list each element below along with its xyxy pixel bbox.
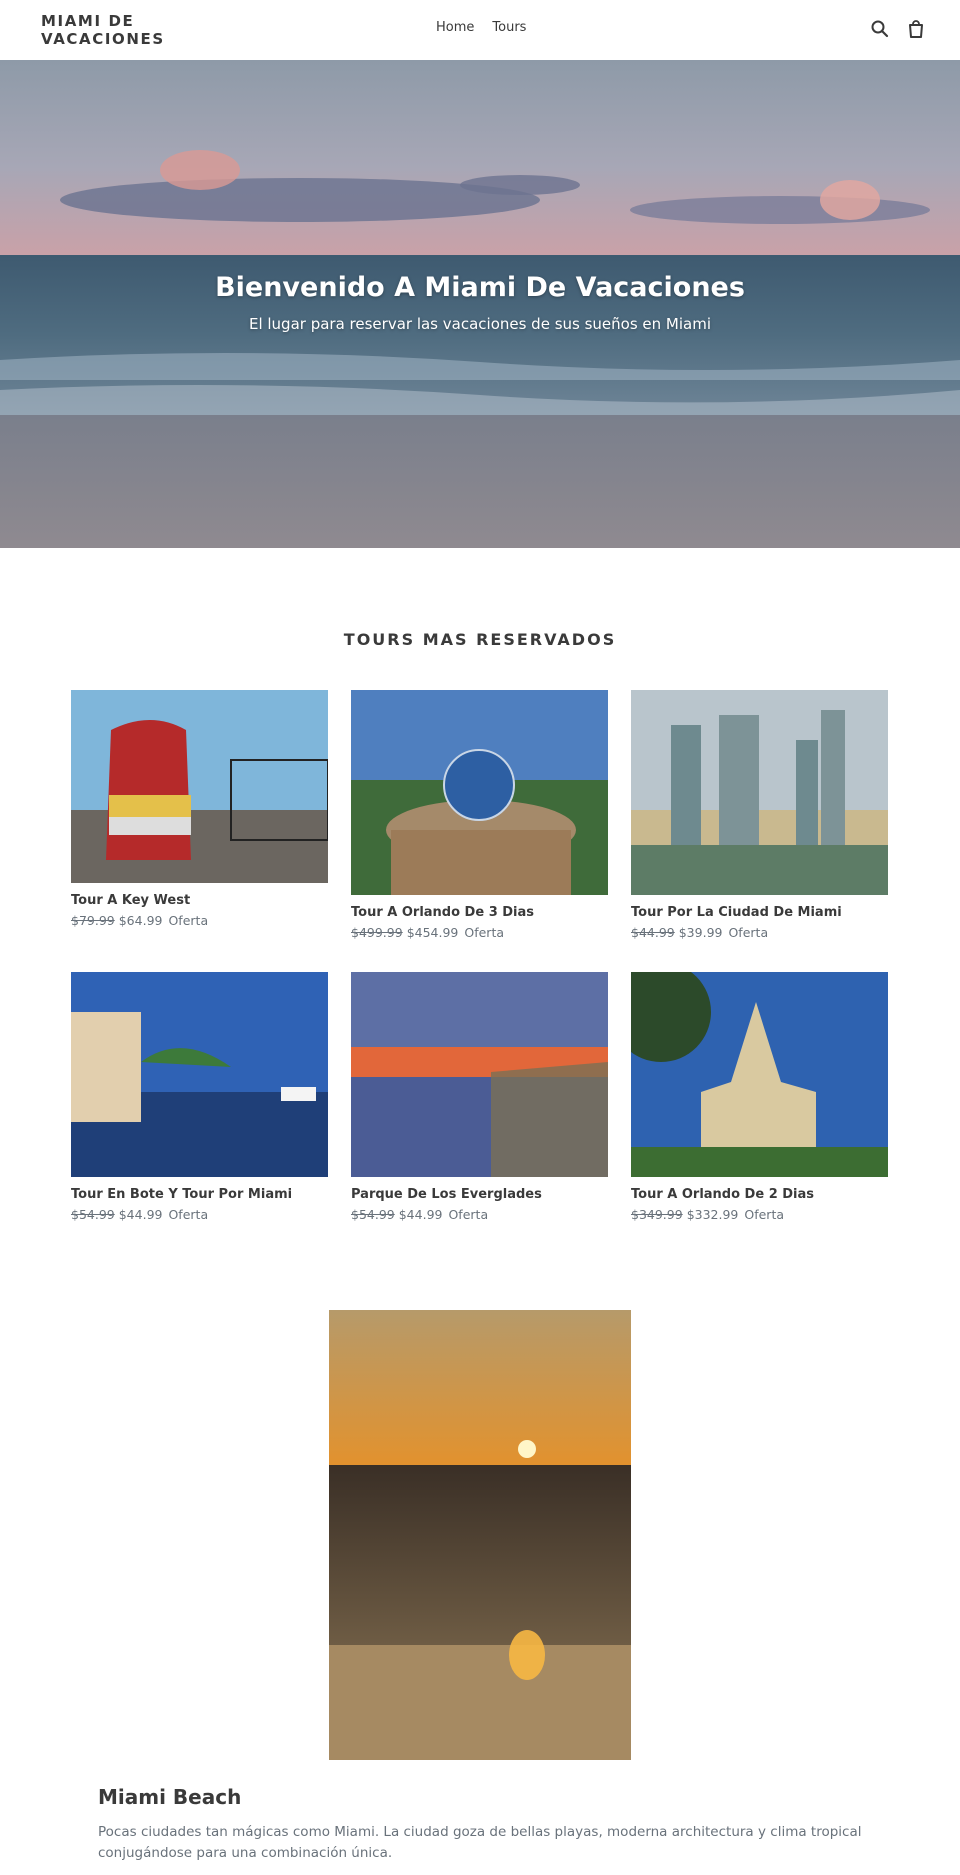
- regular-price: $54.99: [351, 1207, 395, 1222]
- product-title: Parque De Los Everglades: [351, 1187, 542, 1202]
- site-header: MIAMI DE VACACIONES Home Tours: [0, 0, 960, 60]
- collection-title: TOURS MAS RESERVADOS: [343, 630, 617, 649]
- regular-price: $499.99: [351, 925, 403, 940]
- product-card-orlando-2[interactable]: Tour A Orlando De 2 Dias $349.99 $332.99…: [631, 972, 888, 1222]
- product-card-everglades[interactable]: Parque De Los Everglades $54.99 $44.99 O…: [351, 972, 608, 1222]
- sale-price: $454.99: [406, 925, 459, 940]
- product-price: $349.99 $332.99 Oferta: [631, 1207, 888, 1222]
- product-title: Tour A Orlando De 3 Dias: [351, 905, 535, 920]
- feature-sunset-image: [329, 1310, 631, 1760]
- hero-banner: Bienvenido A Miami De Vacaciones El luga…: [0, 60, 960, 548]
- product-title: Tour Por La Ciudad De Miami: [631, 905, 842, 920]
- sale-badge: Oferta: [744, 1207, 785, 1222]
- product-price: $54.99 $44.99 Oferta: [351, 1207, 608, 1222]
- regular-price: $54.99: [71, 1207, 115, 1222]
- nav-home[interactable]: Home: [436, 20, 474, 35]
- sale-price: $64.99: [118, 913, 163, 928]
- product-price: $44.99 $39.99 Oferta: [631, 925, 888, 940]
- product-image: [631, 690, 888, 895]
- product-title: Tour A Key West: [71, 893, 191, 908]
- regular-price: $44.99: [631, 925, 675, 940]
- product-title: Tour A Orlando De 2 Dias: [631, 1187, 815, 1202]
- hero-beach-image: [0, 60, 960, 548]
- product-card-boat-tour[interactable]: Tour En Bote Y Tour Por Miami $54.99 $44…: [71, 972, 328, 1222]
- product-card-orlando-3[interactable]: Tour A Orlando De 3 Dias $499.99 $454.99…: [351, 690, 608, 940]
- sale-badge: Oferta: [168, 1207, 209, 1222]
- sale-badge: Oferta: [728, 925, 769, 940]
- cart-icon[interactable]: [905, 18, 927, 40]
- product-price: $499.99 $454.99 Oferta: [351, 925, 608, 940]
- product-price: $54.99 $44.99 Oferta: [71, 1207, 328, 1222]
- regular-price: $349.99: [631, 1207, 683, 1222]
- sale-price: $332.99: [686, 1207, 739, 1222]
- product-image: [71, 972, 328, 1177]
- hero-subtitle: El lugar para reservar las vacaciones de…: [248, 315, 712, 333]
- nav-tours[interactable]: Tours: [492, 20, 526, 35]
- sale-badge: Oferta: [168, 913, 209, 928]
- product-image: [631, 972, 888, 1177]
- product-card-key-west[interactable]: Tour A Key West $79.99 $64.99 Oferta: [71, 690, 328, 928]
- hero-title: Bienvenido A Miami De Vacaciones: [215, 272, 745, 303]
- sale-price: $44.99: [118, 1207, 163, 1222]
- feature-text: Pocas ciudades tan mágicas como Miami. L…: [98, 1824, 862, 1861]
- main-nav: Home Tours: [436, 20, 526, 35]
- sale-badge: Oferta: [464, 925, 505, 940]
- product-price: $79.99 $64.99 Oferta: [71, 913, 328, 928]
- product-title: Tour En Bote Y Tour Por Miami: [71, 1187, 293, 1202]
- product-image: [71, 690, 328, 883]
- sale-badge: Oferta: [448, 1207, 489, 1222]
- sale-price: $44.99: [398, 1207, 443, 1222]
- feature-title: Miami Beach: [98, 1785, 242, 1809]
- product-image: [351, 972, 608, 1177]
- site-logo[interactable]: MIAMI DE VACACIONES: [41, 12, 191, 48]
- search-icon[interactable]: [869, 18, 891, 40]
- sale-price: $39.99: [678, 925, 723, 940]
- product-card-miami-city[interactable]: Tour Por La Ciudad De Miami $44.99 $39.9…: [631, 690, 888, 940]
- product-image: [351, 690, 608, 895]
- regular-price: $79.99: [71, 913, 115, 928]
